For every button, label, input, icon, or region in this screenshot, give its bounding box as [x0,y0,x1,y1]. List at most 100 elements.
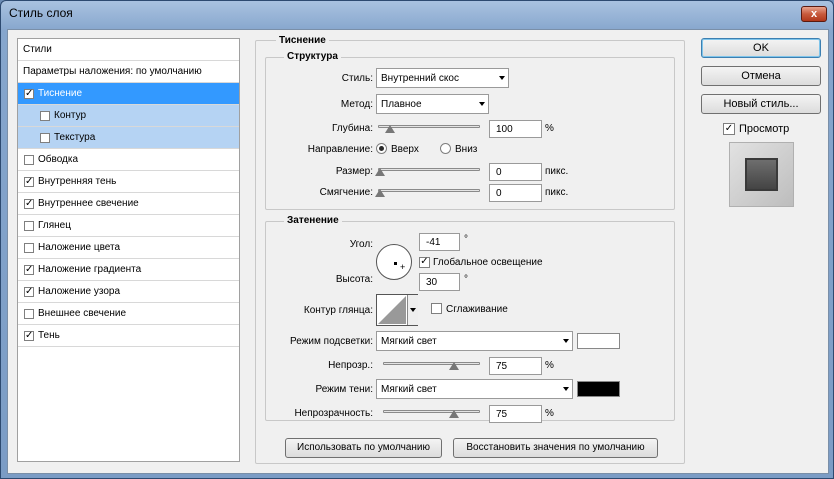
shadow-opacity-thumb[interactable] [449,410,459,418]
global-light-checkbox[interactable]: ✓ [419,257,430,268]
direction-up-label: Вверх [391,144,419,155]
title-bar[interactable]: Стиль слоя x [1,1,833,27]
style-checkbox[interactable]: ✓ [24,89,34,99]
size-slider[interactable] [378,168,480,171]
ok-button[interactable]: OK [701,38,821,58]
preview-label: Просмотр [739,123,790,135]
style-checkbox[interactable] [24,221,34,231]
shadow-mode-select[interactable]: Мягкий свет [376,379,573,399]
chevron-down-icon [563,339,569,343]
style-checkbox[interactable] [40,133,50,143]
reset-default-button[interactable]: Восстановить значения по умолчанию [453,438,658,458]
shadow-opacity-input[interactable]: 75 [489,405,542,423]
highlight-opacity-slider[interactable] [383,362,480,365]
chevron-down-icon [479,102,485,106]
size-unit: пикс. [545,166,569,177]
direction-label: Направление: [307,144,373,155]
direction-up-radio[interactable] [376,143,387,154]
angle-input[interactable]: -41 [419,233,460,251]
altitude-label: Высота: [335,274,373,285]
styles-header-label: Стили [23,44,52,55]
style-list-label: Внутренняя тень [38,176,117,187]
style-checkbox[interactable] [24,309,34,319]
window-title: Стиль слоя [9,6,73,20]
highlight-opacity-thumb[interactable] [449,362,459,370]
highlight-opacity-unit: % [545,360,554,371]
angle-unit: ° [464,234,468,245]
style-list-item[interactable]: ✓ Внутреннее свечение [18,193,239,215]
style-list-item[interactable]: Внешнее свечение [18,303,239,325]
dialog-body: Стили Параметры наложения: по умолчанию … [7,29,829,474]
styles-header[interactable]: Стили [18,39,239,61]
style-checkbox[interactable] [40,111,50,121]
blending-options-label: Параметры наложения: по умолчанию [23,66,202,77]
contour-dropdown[interactable] [407,295,418,325]
style-select[interactable]: Внутренний скос [376,68,509,88]
style-checkbox[interactable]: ✓ [24,287,34,297]
angle-label: Угол: [349,239,373,250]
new-style-button[interactable]: Новый стиль... [701,94,821,114]
depth-label: Глубина: [332,123,373,134]
chevron-down-icon [410,308,416,312]
gloss-contour-label: Контур глянца: [303,305,373,316]
highlight-opacity-input[interactable]: 75 [489,357,542,375]
style-list-label: Тень [38,330,60,341]
style-list-label: Наложение градиента [38,264,142,275]
shadow-color-swatch[interactable] [577,381,620,397]
style-list-item[interactable]: Контур [18,105,239,127]
altitude-input[interactable]: 30 [419,273,460,291]
gloss-contour-picker[interactable] [376,294,418,326]
close-button[interactable]: x [801,6,827,22]
shadow-opacity-slider[interactable] [383,410,480,413]
crosshair-icon: + [400,262,406,272]
soften-slider-thumb[interactable] [375,189,385,197]
style-checkbox[interactable]: ✓ [24,331,34,341]
structure-title: Структура [284,51,341,62]
blending-options[interactable]: Параметры наложения: по умолчанию [18,61,239,83]
contour-preview-icon [378,296,406,324]
style-checkbox[interactable]: ✓ [24,199,34,209]
style-checkbox[interactable]: ✓ [24,177,34,187]
style-list-item[interactable]: Наложение цвета [18,237,239,259]
cancel-button[interactable]: Отмена [701,66,821,86]
style-list-item[interactable]: ✓ Тень [18,325,239,347]
style-list-item[interactable]: Текстура [18,127,239,149]
style-checkbox[interactable]: ✓ [24,265,34,275]
make-default-button[interactable]: Использовать по умолчанию [285,438,442,458]
style-list-item[interactable]: ✓ Наложение градиента [18,259,239,281]
highlight-opacity-label: Непрозр.: [328,360,373,371]
style-preview [729,142,794,207]
shadow-opacity-unit: % [545,408,554,419]
preview-checkbox[interactable]: ✓ [723,123,735,135]
depth-slider-thumb[interactable] [385,125,395,133]
style-list-item[interactable]: Глянец [18,215,239,237]
method-value: Плавное [381,99,422,110]
shadow-mode-value: Мягкий свет [381,384,437,395]
soften-input[interactable]: 0 [489,184,542,202]
style-checkbox[interactable] [24,243,34,253]
soften-slider[interactable] [378,189,480,192]
size-input[interactable]: 0 [489,163,542,181]
shadow-mode-label: Режим тени: [315,384,373,395]
highlight-mode-value: Мягкий свет [381,336,437,347]
antialias-checkbox[interactable] [431,303,442,314]
style-list-item[interactable]: ✓ Внутренняя тень [18,171,239,193]
direction-down-radio[interactable] [440,143,451,154]
antialias-label: Сглаживание [446,304,508,315]
shading-title: Затенение [284,215,342,226]
dialog-window: Стиль слоя x Стили Параметры наложения: … [0,0,834,479]
method-select[interactable]: Плавное [376,94,489,114]
style-list-item[interactable]: ✓ Тиснение [18,83,239,105]
style-list-item[interactable]: ✓ Наложение узора [18,281,239,303]
direction-down-label: Вниз [455,144,478,155]
highlight-mode-select[interactable]: Мягкий свет [376,331,573,351]
style-list-label: Тиснение [38,88,83,99]
highlight-color-swatch[interactable] [577,333,620,349]
style-list-item[interactable]: Обводка [18,149,239,171]
angle-dial[interactable] [376,244,412,280]
style-checkbox[interactable] [24,155,34,165]
style-list-label: Текстура [54,132,96,143]
style-list-label: Внутреннее свечение [38,198,139,209]
size-slider-thumb[interactable] [375,168,385,176]
depth-input[interactable]: 100 [489,120,542,138]
